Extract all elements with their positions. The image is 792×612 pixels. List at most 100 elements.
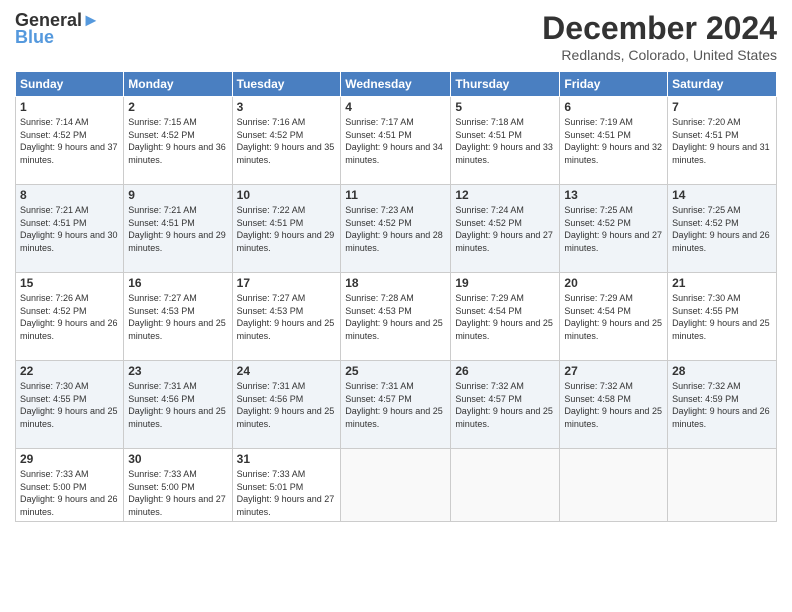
day-info: Sunrise: 7:30 AM Sunset: 4:55 PM Dayligh… (20, 380, 119, 430)
calendar-cell: 29 Sunrise: 7:33 AM Sunset: 5:00 PM Dayli… (16, 449, 124, 522)
calendar-cell: 13 Sunrise: 7:25 AM Sunset: 4:52 PM Dayli… (560, 185, 668, 273)
col-tuesday: Tuesday (232, 72, 341, 97)
day-number: 31 (237, 452, 337, 466)
day-info: Sunrise: 7:23 AM Sunset: 4:52 PM Dayligh… (345, 204, 446, 254)
calendar-cell: 18 Sunrise: 7:28 AM Sunset: 4:53 PM Dayli… (341, 273, 451, 361)
calendar-cell: 27Sunrise: 7:32 AM Sunset: 4:58 PM Dayli… (560, 361, 668, 449)
day-info: Sunrise: 7:27 AM Sunset: 4:53 PM Dayligh… (237, 292, 337, 342)
calendar-cell: 1 Sunrise: 7:14 AM Sunset: 4:52 PM Daylig… (16, 97, 124, 185)
day-info: Sunrise: 7:33 AM Sunset: 5:01 PM Dayligh… (237, 468, 337, 518)
calendar-cell (451, 449, 560, 522)
day-info: Sunrise: 7:32 AM Sunset: 4:59 PM Dayligh… (672, 380, 772, 430)
title-block: December 2024 Redlands, Colorado, United… (542, 10, 777, 63)
day-number: 19 (455, 276, 555, 290)
day-info: Sunrise: 7:15 AM Sunset: 4:52 PM Dayligh… (128, 116, 227, 166)
calendar-cell: 22Sunrise: 7:30 AM Sunset: 4:55 PM Dayli… (16, 361, 124, 449)
day-info: Sunrise: 7:29 AM Sunset: 4:54 PM Dayligh… (455, 292, 555, 342)
day-info: Sunrise: 7:22 AM Sunset: 4:51 PM Dayligh… (237, 204, 337, 254)
day-info: Sunrise: 7:16 AM Sunset: 4:52 PM Dayligh… (237, 116, 337, 166)
day-number: 23 (128, 364, 227, 378)
day-number: 11 (345, 188, 446, 202)
calendar-cell: 3 Sunrise: 7:16 AM Sunset: 4:52 PM Daylig… (232, 97, 341, 185)
calendar-cell: 8 Sunrise: 7:21 AM Sunset: 4:51 PM Daylig… (16, 185, 124, 273)
calendar-cell: 26 Sunrise: 7:32 AM Sunset: 4:57 PM Dayli… (451, 361, 560, 449)
calendar-cell: 23 Sunrise: 7:31 AM Sunset: 4:56 PM Dayli… (124, 361, 232, 449)
day-info: Sunrise: 7:19 AM Sunset: 4:51 PM Dayligh… (564, 116, 663, 166)
calendar-cell: 25 Sunrise: 7:31 AM Sunset: 4:57 PM Dayli… (341, 361, 451, 449)
day-info: Sunrise: 7:33 AM Sunset: 5:00 PM Dayligh… (20, 468, 119, 518)
calendar-cell: 11 Sunrise: 7:23 AM Sunset: 4:52 PM Dayli… (341, 185, 451, 273)
col-monday: Monday (124, 72, 232, 97)
col-saturday: Saturday (668, 72, 777, 97)
day-number: 3 (237, 100, 337, 114)
calendar-table: Sunday Monday Tuesday Wednesday Thursday… (15, 71, 777, 522)
day-info: Sunrise: 7:24 AM Sunset: 4:52 PM Dayligh… (455, 204, 555, 254)
day-info: Sunrise: 7:27 AM Sunset: 4:53 PM Dayligh… (128, 292, 227, 342)
day-number: 26 (455, 364, 555, 378)
subtitle: Redlands, Colorado, United States (542, 47, 777, 63)
col-sunday: Sunday (16, 72, 124, 97)
calendar-cell: 31 Sunrise: 7:33 AM Sunset: 5:01 PM Dayli… (232, 449, 341, 522)
calendar-cell (668, 449, 777, 522)
calendar-cell: 14 Sunrise: 7:25 AM Sunset: 4:52 PM Dayli… (668, 185, 777, 273)
day-number: 15 (20, 276, 119, 290)
day-info: Sunrise: 7:14 AM Sunset: 4:52 PM Dayligh… (20, 116, 119, 166)
day-number: 21 (672, 276, 772, 290)
day-info: Sunrise: 7:28 AM Sunset: 4:53 PM Dayligh… (345, 292, 446, 342)
calendar-cell: 10 Sunrise: 7:22 AM Sunset: 4:51 PM Dayli… (232, 185, 341, 273)
day-number: 6 (564, 100, 663, 114)
day-number: 14 (672, 188, 772, 202)
col-friday: Friday (560, 72, 668, 97)
day-number: 25 (345, 364, 446, 378)
day-info: Sunrise: 7:17 AM Sunset: 4:51 PM Dayligh… (345, 116, 446, 166)
calendar-cell: 2 Sunrise: 7:15 AM Sunset: 4:52 PM Daylig… (124, 97, 232, 185)
main-title: December 2024 (542, 10, 777, 47)
day-number: 12 (455, 188, 555, 202)
day-info: Sunrise: 7:30 AM Sunset: 4:55 PM Dayligh… (672, 292, 772, 342)
day-number: 27 (564, 364, 663, 378)
calendar-header-row: Sunday Monday Tuesday Wednesday Thursday… (16, 72, 777, 97)
day-number: 10 (237, 188, 337, 202)
day-info: Sunrise: 7:25 AM Sunset: 4:52 PM Dayligh… (564, 204, 663, 254)
day-info: Sunrise: 7:31 AM Sunset: 4:56 PM Dayligh… (237, 380, 337, 430)
day-number: 8 (20, 188, 119, 202)
calendar-cell: 6 Sunrise: 7:19 AM Sunset: 4:51 PM Daylig… (560, 97, 668, 185)
calendar-cell: 19 Sunrise: 7:29 AM Sunset: 4:54 PM Dayli… (451, 273, 560, 361)
day-info: Sunrise: 7:31 AM Sunset: 4:56 PM Dayligh… (128, 380, 227, 430)
day-number: 1 (20, 100, 119, 114)
calendar-cell: 17 Sunrise: 7:27 AM Sunset: 4:53 PM Dayli… (232, 273, 341, 361)
logo-blue: Blue (15, 27, 54, 48)
day-info: Sunrise: 7:29 AM Sunset: 4:54 PM Dayligh… (564, 292, 663, 342)
day-number: 7 (672, 100, 772, 114)
day-number: 24 (237, 364, 337, 378)
day-number: 2 (128, 100, 227, 114)
day-info: Sunrise: 7:18 AM Sunset: 4:51 PM Dayligh… (455, 116, 555, 166)
day-info: Sunrise: 7:25 AM Sunset: 4:52 PM Dayligh… (672, 204, 772, 254)
day-info: Sunrise: 7:26 AM Sunset: 4:52 PM Dayligh… (20, 292, 119, 342)
calendar-cell: 28 Sunrise: 7:32 AM Sunset: 4:59 PM Dayli… (668, 361, 777, 449)
day-number: 9 (128, 188, 227, 202)
calendar-cell: 12 Sunrise: 7:24 AM Sunset: 4:52 PM Dayli… (451, 185, 560, 273)
day-number: 4 (345, 100, 446, 114)
day-number: 13 (564, 188, 663, 202)
day-number: 30 (128, 452, 227, 466)
logo: General► Blue (15, 10, 100, 48)
day-number: 28 (672, 364, 772, 378)
day-info: Sunrise: 7:20 AM Sunset: 4:51 PM Dayligh… (672, 116, 772, 166)
calendar-cell: 24 Sunrise: 7:31 AM Sunset: 4:56 PM Dayli… (232, 361, 341, 449)
day-number: 16 (128, 276, 227, 290)
calendar-cell: 16 Sunrise: 7:27 AM Sunset: 4:53 PM Dayli… (124, 273, 232, 361)
day-info: Sunrise: 7:32 AM Sunset: 4:57 PM Dayligh… (455, 380, 555, 430)
day-info: Sunrise: 7:21 AM Sunset: 4:51 PM Dayligh… (128, 204, 227, 254)
calendar-cell (341, 449, 451, 522)
col-wednesday: Wednesday (341, 72, 451, 97)
day-number: 18 (345, 276, 446, 290)
main-container: General► Blue December 2024 Redlands, Co… (0, 0, 792, 612)
day-number: 17 (237, 276, 337, 290)
calendar-cell: 30Sunrise: 7:33 AM Sunset: 5:00 PM Dayli… (124, 449, 232, 522)
calendar-cell: 9 Sunrise: 7:21 AM Sunset: 4:51 PM Daylig… (124, 185, 232, 273)
day-number: 29 (20, 452, 119, 466)
day-info: Sunrise: 7:31 AM Sunset: 4:57 PM Dayligh… (345, 380, 446, 430)
day-info: Sunrise: 7:21 AM Sunset: 4:51 PM Dayligh… (20, 204, 119, 254)
calendar-cell: 20Sunrise: 7:29 AM Sunset: 4:54 PM Dayli… (560, 273, 668, 361)
